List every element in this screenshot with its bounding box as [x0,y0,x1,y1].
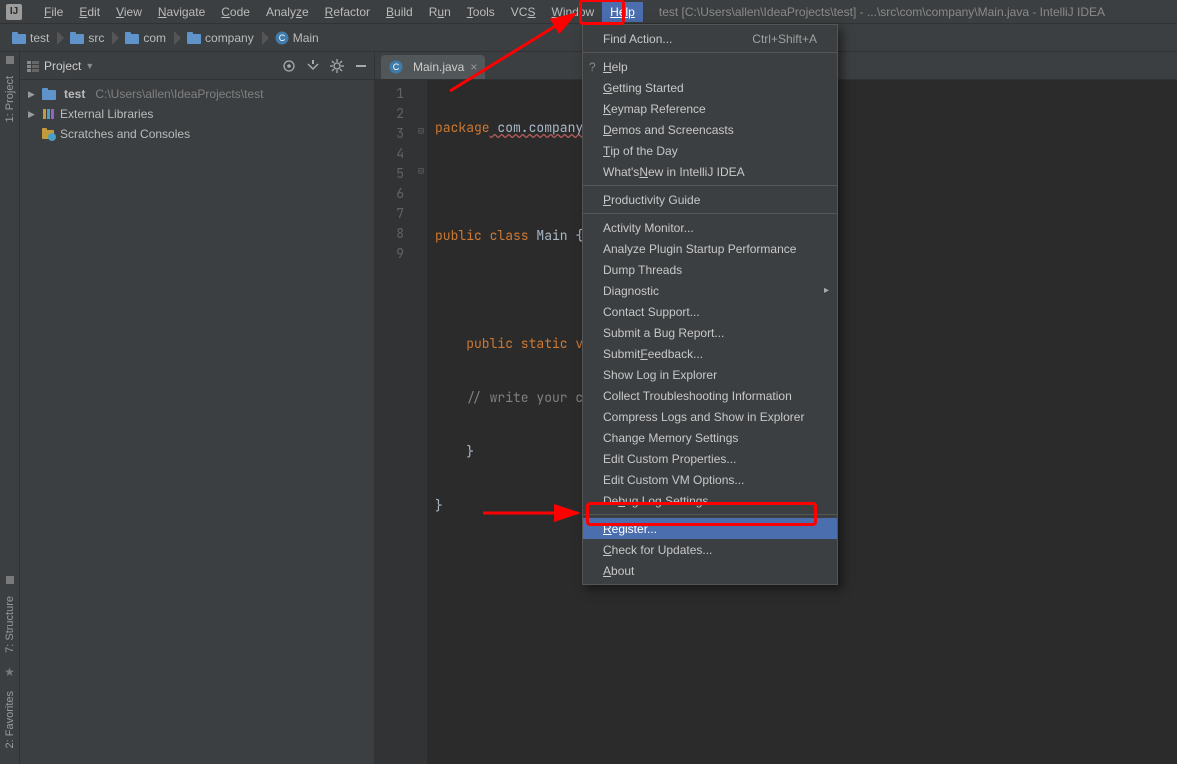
crumb-src[interactable]: src [66,28,110,48]
project-icon [26,59,40,73]
crumb-test[interactable]: test [8,28,55,48]
menuitem-debug-log[interactable]: Debug Log Settings... [583,490,837,511]
menu-help[interactable]: Help [602,2,643,22]
help-dropdown: Find Action... Ctrl+Shift+A Help Getting… [582,24,838,585]
project-panel-title: Project [44,59,81,73]
class-icon: C [389,60,403,74]
crumb-sep-icon [174,31,181,45]
menu-run[interactable]: Run [421,2,459,22]
menuitem-help[interactable]: Help [583,56,837,77]
menuitem-change-memory[interactable]: Change Memory Settings [583,427,837,448]
separator [583,52,837,53]
tree-root-label: test [64,87,85,101]
tree-scratches[interactable]: Scratches and Consoles [20,124,374,144]
menu-file[interactable]: File [36,2,71,22]
menu-code[interactable]: Code [213,2,258,22]
crumb-sep-icon [262,31,269,45]
project-tree: ▶ test C:\Users\allen\IdeaProjects\test … [20,80,374,148]
menuitem-find-action[interactable]: Find Action... Ctrl+Shift+A [583,28,837,49]
crumb-company[interactable]: company [183,28,260,48]
menuitem-dump-threads[interactable]: Dump Threads [583,259,837,280]
menuitem-productivity-guide[interactable]: Productivity Guide [583,189,837,210]
crumb-sep-icon [57,31,64,45]
separator [583,514,837,515]
menuitem-submit-feedback[interactable]: Submit Feedback... [583,343,837,364]
minimize-icon[interactable] [354,59,368,73]
left-tool-tabs: 1: Project 7: Structure ★ 2: Favorites [0,52,20,764]
tree-root[interactable]: ▶ test C:\Users\allen\IdeaProjects\test [20,84,374,104]
library-icon [42,107,56,121]
menu-navigate[interactable]: Navigate [150,2,213,22]
target-icon[interactable] [282,59,296,73]
tree-root-path: C:\Users\allen\IdeaProjects\test [95,87,263,101]
crumb-com[interactable]: com [121,28,172,48]
fold-gutter: ⊟ ⊟ [415,80,427,764]
side-tab-icon [6,56,14,64]
gear-icon[interactable] [330,59,344,73]
line-number-gutter: 1 2 3 4 5 6 7 8 9 [375,80,415,764]
tree-ext-libs-label: External Libraries [60,107,153,121]
editor-tab-main[interactable]: C Main.java × [381,55,485,79]
menu-window[interactable]: Window [543,2,602,22]
crumb-main[interactable]: C Main [271,28,325,48]
menu-analyze[interactable]: Analyze [258,2,317,22]
menuitem-about[interactable]: About [583,560,837,581]
project-panel: Project ▼ ▶ test C:\Users\allen\IdeaProj… [20,52,375,764]
menu-view[interactable]: View [108,2,150,22]
window-title: test [C:\Users\allen\IdeaProjects\test] … [659,5,1105,19]
app-icon: IJ [6,4,22,20]
separator [583,213,837,214]
side-tab-favorites[interactable]: 2: Favorites [4,683,16,756]
menuitem-analyze-plugin[interactable]: Analyze Plugin Startup Performance [583,238,837,259]
menuitem-check-updates[interactable]: Check for Updates... [583,539,837,560]
menuitem-activity-monitor[interactable]: Activity Monitor... [583,217,837,238]
menuitem-whats-new[interactable]: What's New in IntelliJ IDEA [583,161,837,182]
close-icon[interactable]: × [470,60,477,74]
separator [583,185,837,186]
scratches-icon [42,127,56,141]
menu-refactor[interactable]: Refactor [317,2,378,22]
menuitem-compress-logs[interactable]: Compress Logs and Show in Explorer [583,406,837,427]
menuitem-edit-vm-options[interactable]: Edit Custom VM Options... [583,469,837,490]
menuitem-keymap-reference[interactable]: Keymap Reference [583,98,837,119]
menuitem-collect-troubleshooting[interactable]: Collect Troubleshooting Information [583,385,837,406]
menuitem-contact-support[interactable]: Contact Support... [583,301,837,322]
dropdown-caret-icon[interactable]: ▼ [85,61,94,71]
project-panel-header: Project ▼ [20,52,374,80]
crumb-sep-icon [112,31,119,45]
tree-external-libraries[interactable]: ▶ External Libraries [20,104,374,124]
expand-icon[interactable] [306,59,320,73]
tree-scratches-label: Scratches and Consoles [60,127,190,141]
menuitem-register[interactable]: Register... [583,518,837,539]
star-icon: ★ [4,665,15,679]
menu-vcs[interactable]: VCS [503,2,544,22]
menuitem-tip-of-day[interactable]: Tip of the Day [583,140,837,161]
menuitem-getting-started[interactable]: Getting Started [583,77,837,98]
menuitem-edit-properties[interactable]: Edit Custom Properties... [583,448,837,469]
fold-icon[interactable]: ⊟ [415,124,427,144]
menuitem-demos[interactable]: Demos and Screencasts [583,119,837,140]
side-tab-structure[interactable]: 7: Structure [4,588,16,661]
menubar: IJ File Edit View Navigate Code Analyze … [0,0,1177,24]
menu-tools[interactable]: Tools [459,2,503,22]
side-tab-icon [6,576,14,584]
menuitem-show-log[interactable]: Show Log in Explorer [583,364,837,385]
editor-tab-label: Main.java [413,60,464,74]
menu-edit[interactable]: Edit [71,2,108,22]
fold-icon[interactable]: ⊟ [415,164,427,184]
svg-text:C: C [393,62,400,72]
menuitem-diagnostic[interactable]: Diagnostic [583,280,837,301]
menu-build[interactable]: Build [378,2,421,22]
menuitem-submit-bug[interactable]: Submit a Bug Report... [583,322,837,343]
side-tab-project[interactable]: 1: Project [4,68,16,130]
svg-text:C: C [278,33,285,43]
